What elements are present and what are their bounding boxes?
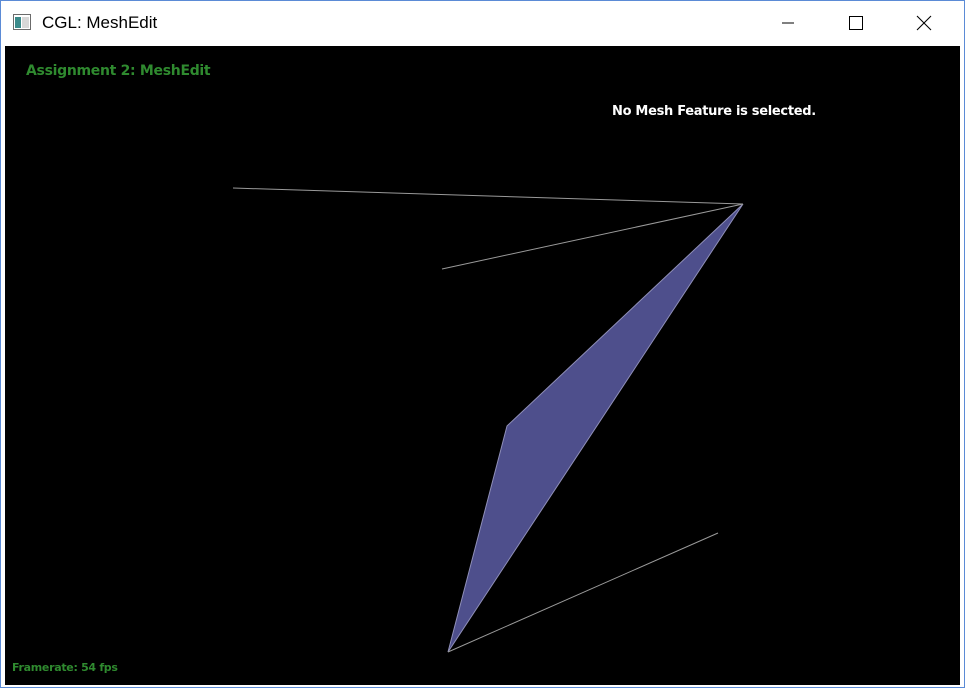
mesh-face[interactable] [447,203,744,653]
app-window-icon [13,14,31,30]
maximize-button[interactable] [833,1,879,45]
mesh-canvas[interactable] [5,46,960,685]
maximize-icon [849,16,863,30]
window-title: CGL: MeshEdit [42,13,158,32]
minimize-button[interactable] [765,1,811,45]
selection-status: No Mesh Feature is selected. [612,104,816,119]
mesh-edge[interactable] [232,187,744,205]
title-bar[interactable]: CGL: MeshEdit [1,1,964,45]
minimize-icon [782,22,794,24]
framerate-readout: Framerate: 54 fps [12,661,118,674]
close-button[interactable] [901,1,947,45]
close-icon [916,15,932,31]
render-viewport[interactable]: Assignment 2: MeshEdit No Mesh Feature i… [5,46,960,685]
app-window: CGL: MeshEdit Assignment 2: MeshEdit No … [0,0,965,688]
assignment-title: Assignment 2: MeshEdit [26,63,211,79]
